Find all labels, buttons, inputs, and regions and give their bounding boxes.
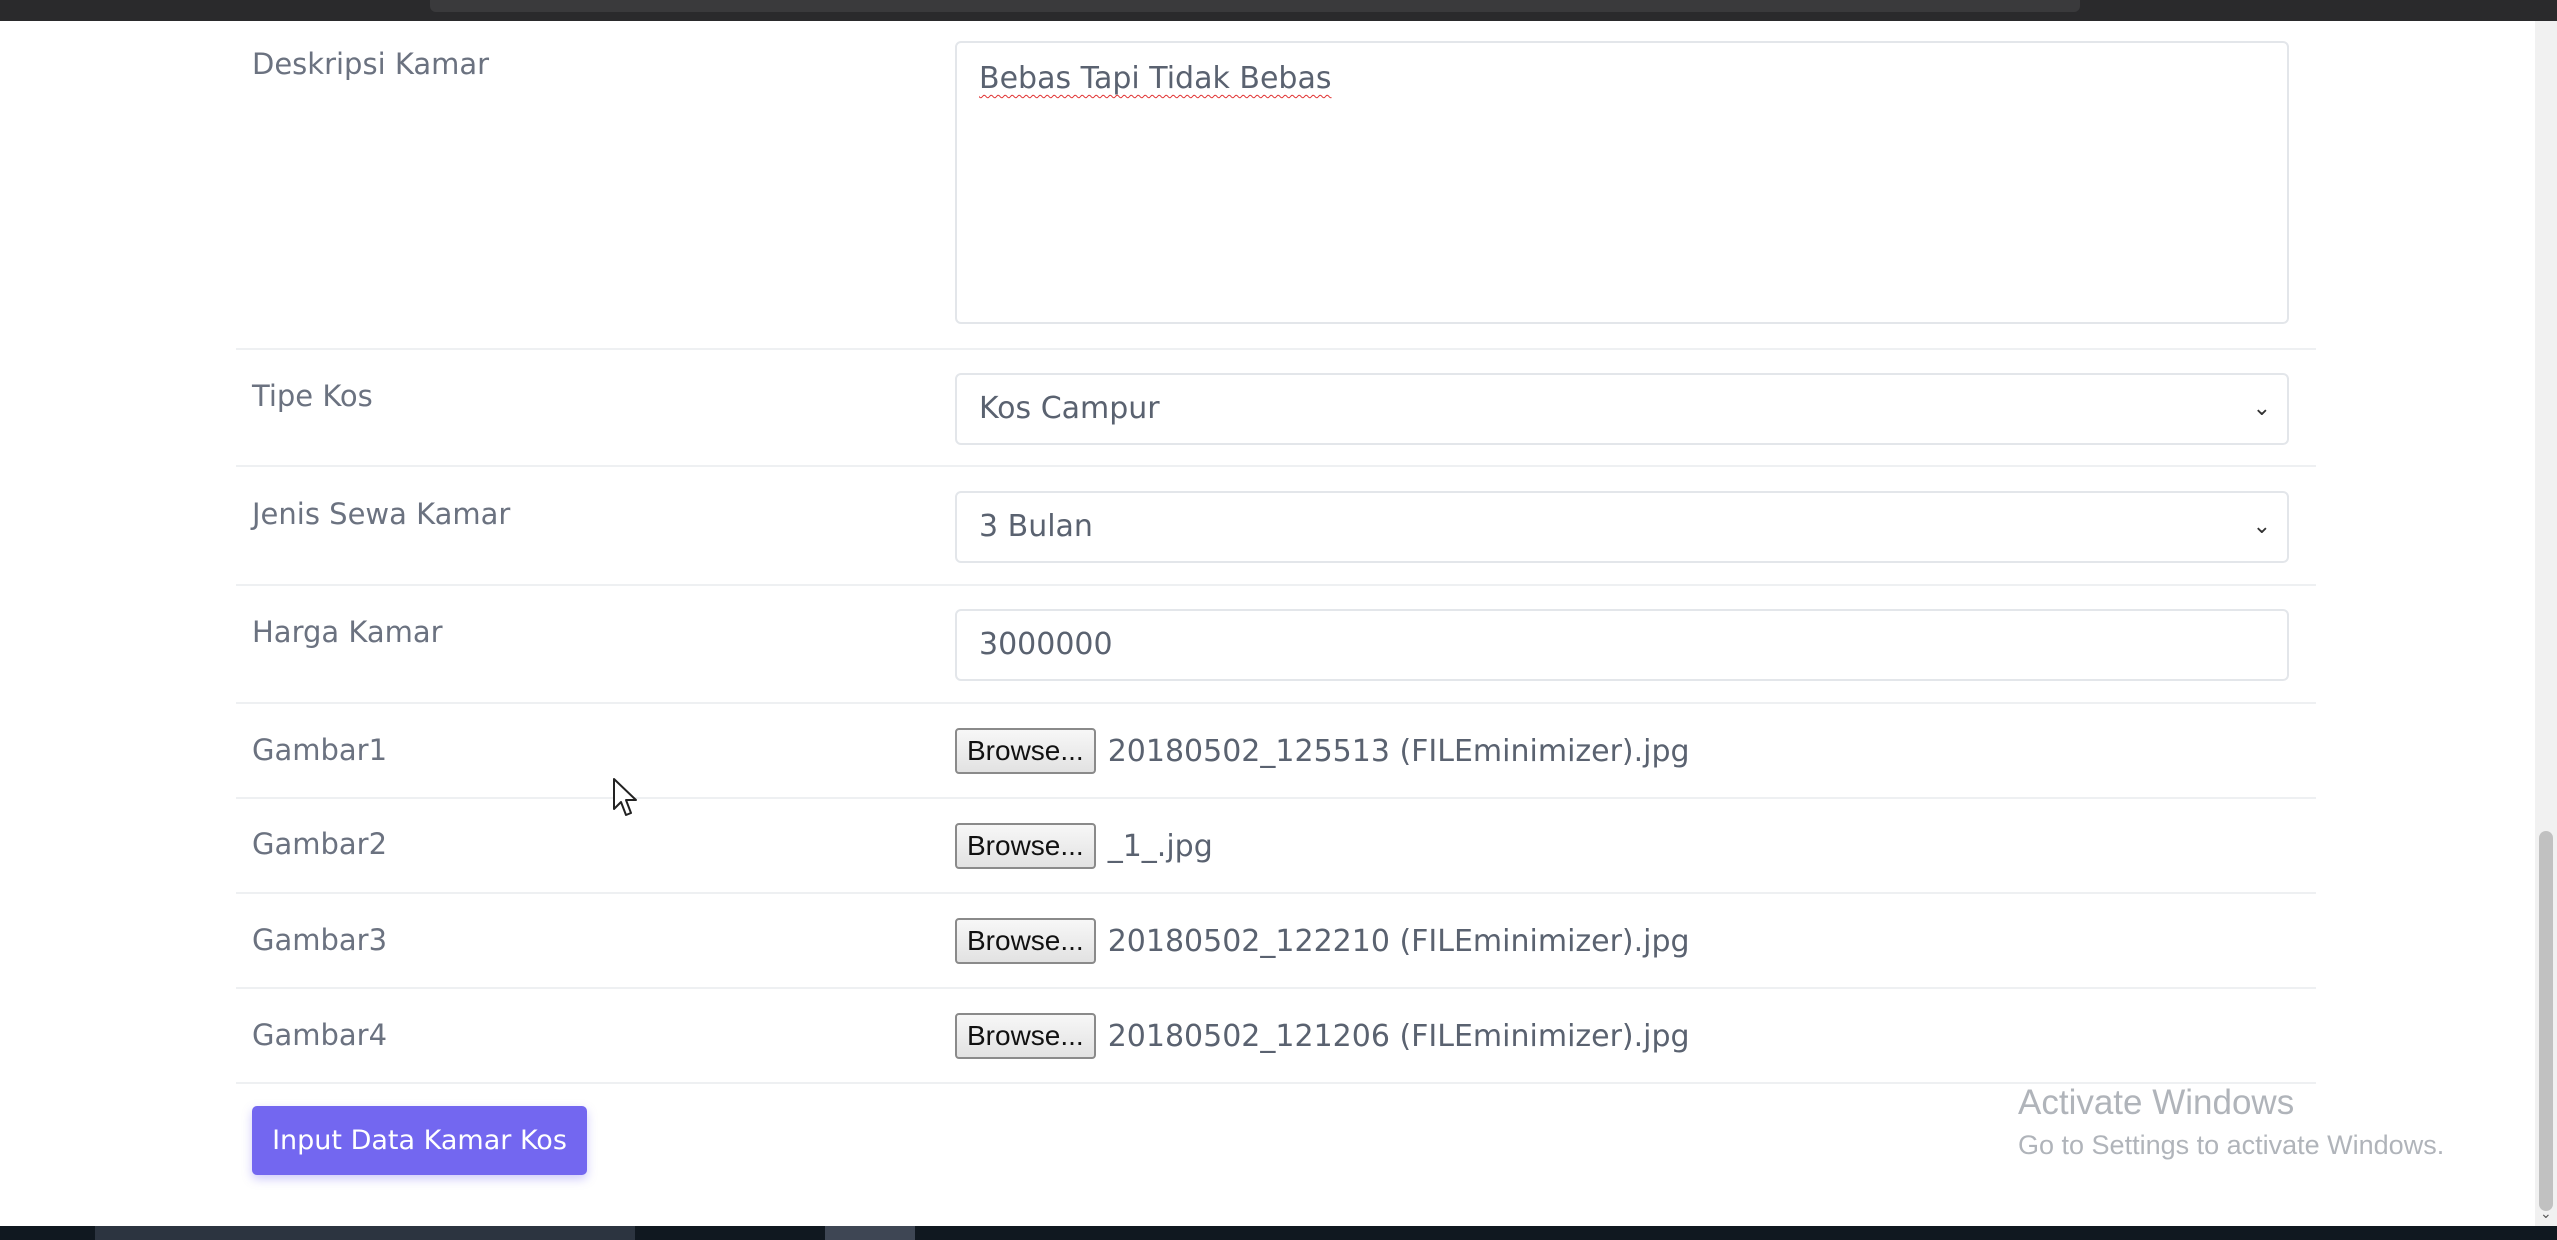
label-tipe-kos: Tipe Kos bbox=[252, 379, 373, 413]
gambar3-file-input[interactable]: Browse... 20180502_122210 (FILEminimizer… bbox=[955, 918, 1690, 964]
activate-windows-subtitle: Go to Settings to activate Windows. bbox=[2018, 1130, 2445, 1160]
row-divider bbox=[236, 702, 2316, 704]
gambar1-file-input[interactable]: Browse... 20180502_125513 (FILEminimizer… bbox=[955, 728, 1690, 774]
gambar2-filename: _1_.jpg bbox=[1107, 828, 1213, 864]
mouse-pointer-icon bbox=[613, 778, 637, 816]
gambar4-browse-button[interactable]: Browse... bbox=[955, 1013, 1096, 1059]
top-bar-inner bbox=[430, 0, 2080, 12]
page-scrollbar[interactable]: ⌄ bbox=[2535, 21, 2557, 1226]
row-divider bbox=[236, 1082, 2316, 1084]
scroll-down-arrow-icon[interactable]: ⌄ bbox=[2540, 1206, 2552, 1222]
gambar3-browse-button[interactable]: Browse... bbox=[955, 918, 1096, 964]
label-deskripsi: Deskripsi Kamar bbox=[252, 47, 490, 81]
row-divider bbox=[236, 584, 2316, 586]
row-divider bbox=[236, 987, 2316, 989]
label-gambar3: Gambar3 bbox=[252, 923, 388, 957]
gambar4-file-input[interactable]: Browse... 20180502_121206 (FILEminimizer… bbox=[955, 1013, 1690, 1059]
form-page: Deskripsi Kamar Bebas Tapi Tidak Bebas T… bbox=[0, 21, 2535, 1226]
chevron-down-icon: ⌄ bbox=[2252, 396, 2271, 421]
gambar1-browse-button[interactable]: Browse... bbox=[955, 728, 1096, 774]
harga-value: 3000000 bbox=[979, 627, 1113, 662]
submit-button[interactable]: Input Data Kamar Kos bbox=[252, 1106, 587, 1175]
tipe-kos-value: Kos Campur bbox=[979, 391, 1160, 426]
jenis-sewa-value: 3 Bulan bbox=[979, 509, 1093, 544]
row-divider bbox=[236, 348, 2316, 350]
label-gambar4: Gambar4 bbox=[252, 1018, 388, 1052]
gambar1-filename: 20180502_125513 (FILEminimizer).jpg bbox=[1107, 733, 1690, 769]
gambar2-file-input[interactable]: Browse... _1_.jpg bbox=[955, 823, 1213, 869]
label-harga: Harga Kamar bbox=[252, 615, 443, 649]
gambar4-filename: 20180502_121206 (FILEminimizer).jpg bbox=[1107, 1018, 1690, 1054]
harga-input[interactable]: 3000000 bbox=[955, 609, 2289, 681]
browser-top-bar bbox=[0, 0, 2557, 21]
label-gambar1: Gambar1 bbox=[252, 733, 388, 767]
taskbar bbox=[0, 1226, 2557, 1240]
jenis-sewa-select[interactable]: 3 Bulan ⌄ bbox=[955, 491, 2289, 563]
deskripsi-textarea[interactable]: Bebas Tapi Tidak Bebas bbox=[955, 41, 2289, 324]
tipe-kos-select[interactable]: Kos Campur ⌄ bbox=[955, 373, 2289, 445]
label-gambar2: Gambar2 bbox=[252, 827, 388, 861]
gambar2-browse-button[interactable]: Browse... bbox=[955, 823, 1096, 869]
activate-windows-title: Activate Windows bbox=[2018, 1083, 2295, 1122]
gambar3-filename: 20180502_122210 (FILEminimizer).jpg bbox=[1107, 923, 1690, 959]
taskbar-item[interactable] bbox=[95, 1226, 635, 1240]
row-divider bbox=[236, 465, 2316, 467]
taskbar-item[interactable] bbox=[825, 1226, 915, 1240]
row-divider bbox=[236, 797, 2316, 799]
label-jenis-sewa: Jenis Sewa Kamar bbox=[252, 497, 511, 531]
scrollbar-thumb[interactable] bbox=[2539, 831, 2553, 1211]
deskripsi-value: Bebas Tapi Tidak Bebas bbox=[979, 61, 1332, 96]
chevron-down-icon: ⌄ bbox=[2252, 514, 2271, 539]
row-divider bbox=[236, 892, 2316, 894]
